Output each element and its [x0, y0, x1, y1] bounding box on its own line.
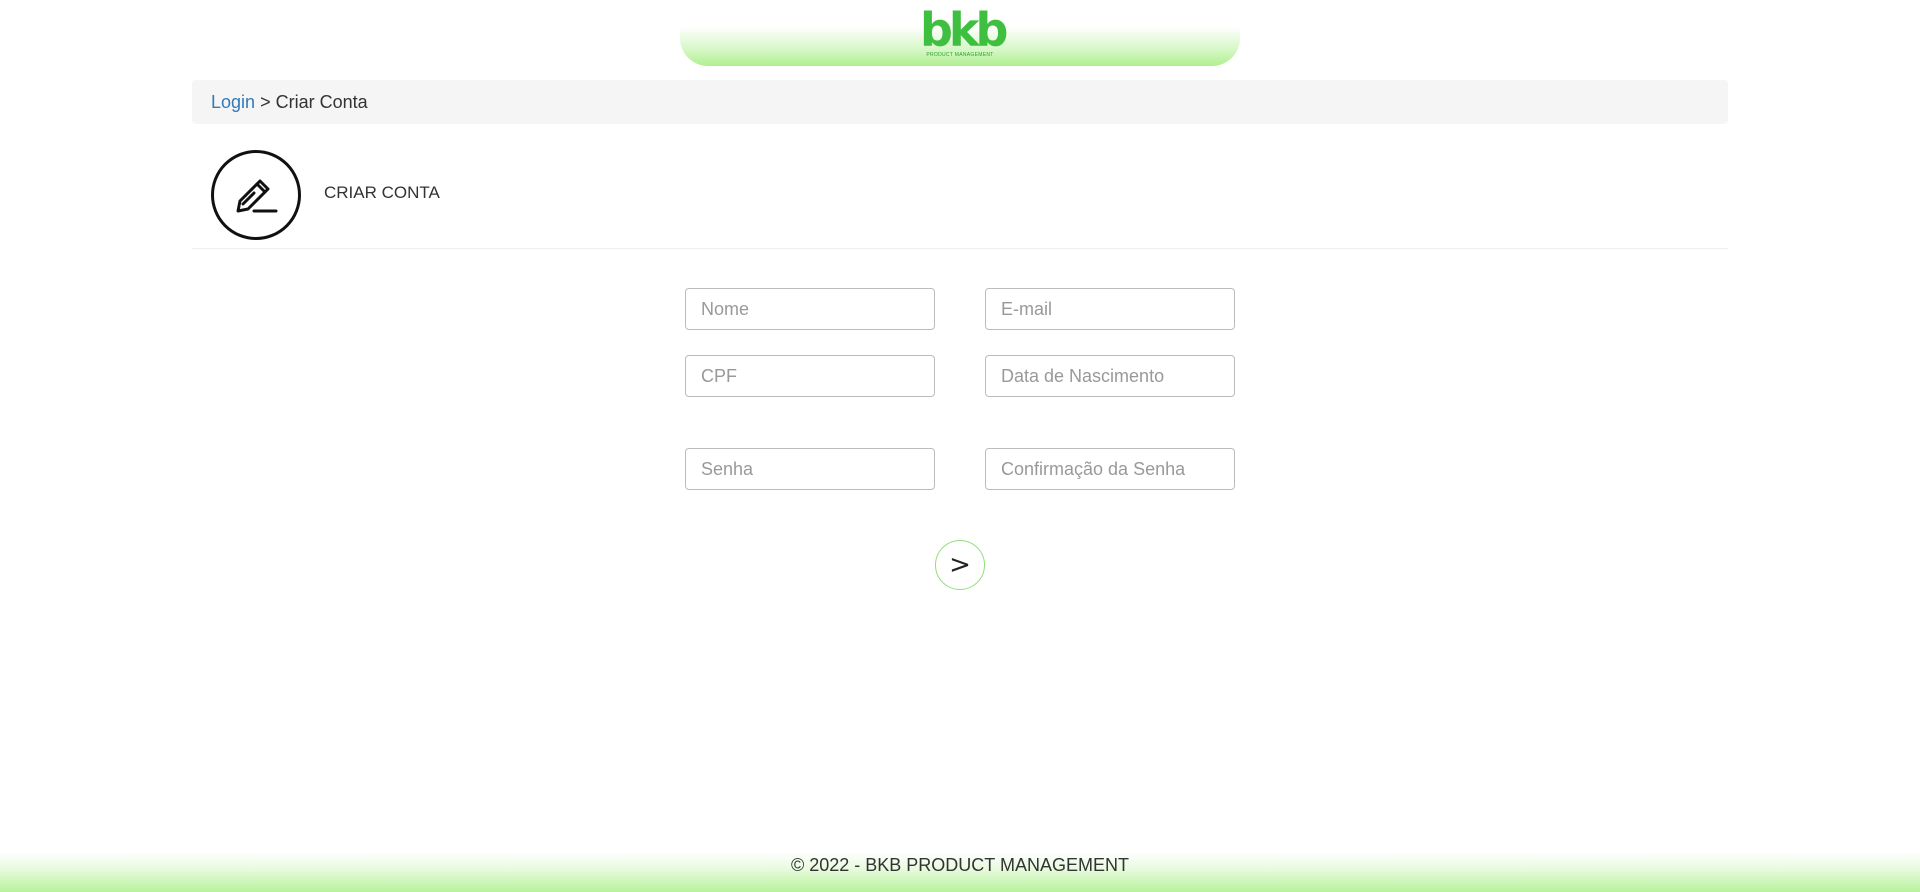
- logo-subtitle: PRODUCT MANAGEMENT: [926, 52, 994, 58]
- footer: © 2022 - BKB PRODUCT MANAGEMENT: [0, 852, 1920, 892]
- email-field[interactable]: [985, 288, 1235, 330]
- page-title: CRIAR CONTA: [324, 183, 440, 202]
- password-confirmation-field[interactable]: [985, 448, 1235, 490]
- submit-button[interactable]: >: [935, 540, 985, 590]
- page-header: CRIAR CONTA: [192, 148, 1728, 249]
- pencil-icon: [211, 150, 301, 240]
- breadcrumb-current: Criar Conta: [275, 92, 368, 112]
- breadcrumb-separator: >: [260, 92, 271, 112]
- footer-copyright: © 2022 - BKB PRODUCT MANAGEMENT: [790, 855, 1129, 875]
- logo-mark: bkb: [920, 3, 1008, 57]
- password-field[interactable]: [685, 448, 935, 490]
- page: bkb PRODUCT MANAGEMENT Login > Criar Con…: [0, 0, 1920, 892]
- breadcrumb-login-link[interactable]: Login: [211, 92, 255, 112]
- birthdate-field[interactable]: [985, 355, 1235, 397]
- bkb-logo[interactable]: bkb PRODUCT MANAGEMENT: [920, 3, 1008, 60]
- name-field[interactable]: [685, 288, 935, 330]
- cpf-field[interactable]: [685, 355, 935, 397]
- breadcrumb: Login > Criar Conta: [192, 80, 1728, 124]
